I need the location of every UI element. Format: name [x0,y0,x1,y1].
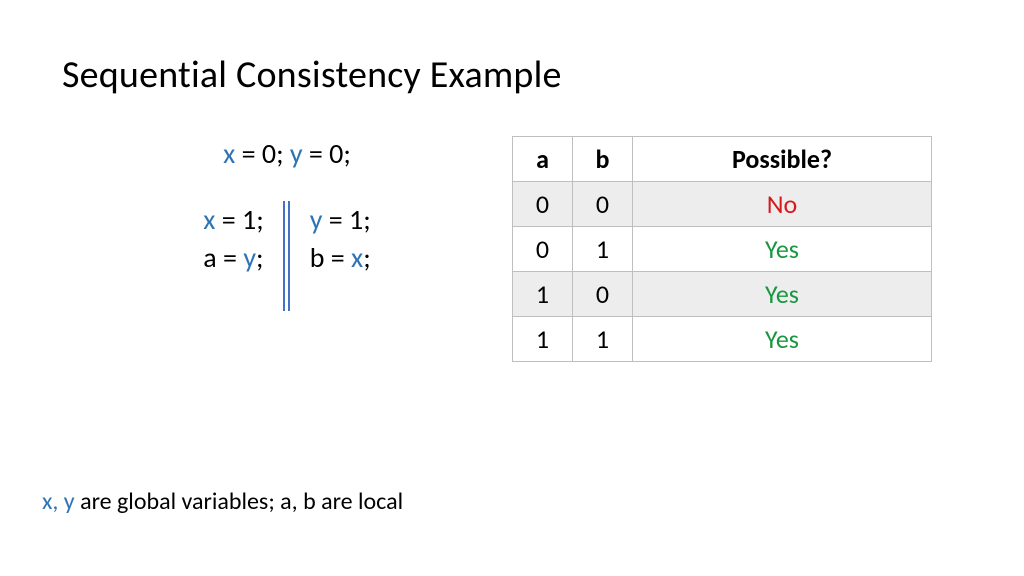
footnote-rest: are global variables; a, b are local [75,487,403,516]
cell-a: 1 [513,317,573,362]
slide-content: x = 0; y = 0; x = 1; a = y; y = 1; b = x… [62,136,962,362]
table-row: 11Yes [513,317,932,362]
thread-2-line-2: b = x; [310,239,371,277]
divider-line [288,201,290,311]
cell-a: 0 [513,182,573,227]
cell-b: 0 [573,272,633,317]
table-header-row: a b Possible? [513,137,932,182]
table-panel: a b Possible? 00No01Yes10Yes11Yes [512,136,962,362]
cell-possible: Yes [633,272,932,317]
cell-b: 1 [573,317,633,362]
cell-a: 1 [513,272,573,317]
t2-b-eq: b = [310,240,351,275]
thread-1: x = 1; a = y; [203,201,281,277]
footnote-vars: x, y [42,487,75,516]
init-x-eq: = 0; [235,136,290,171]
t1-y: y [243,240,256,275]
t2-semi: ; [363,240,371,275]
t1-a-eq: a = [203,240,243,275]
results-table: a b Possible? 00No01Yes10Yes11Yes [512,136,932,362]
cell-a: 0 [513,227,573,272]
thread-1-line-1: x = 1; [203,201,263,239]
cell-possible: No [633,182,932,227]
slide: Sequential Consistency Example x = 0; y … [0,0,1024,576]
header-possible: Possible? [633,137,932,182]
table-row: 01Yes [513,227,932,272]
thread-1-line-2: a = y; [203,239,263,277]
header-b: b [573,137,633,182]
divider-line [283,201,285,311]
table-body: 00No01Yes10Yes11Yes [513,182,932,362]
t2-x: x [351,240,363,275]
cell-b: 1 [573,227,633,272]
cell-possible: Yes [633,227,932,272]
init-line: x = 0; y = 0; [62,136,512,171]
footnote: x, y are global variables; a, b are loca… [42,487,403,516]
t1-x: x [203,202,215,237]
cell-possible: Yes [633,317,932,362]
table-row: 10Yes [513,272,932,317]
init-y-eq: = 0; [303,136,351,171]
var-y: y [290,136,303,171]
code-panel: x = 0; y = 0; x = 1; a = y; y = 1; b = x… [62,136,512,362]
t1-semi: ; [256,240,264,275]
header-a: a [513,137,573,182]
var-x: x [223,136,235,171]
parallel-divider-icon [282,201,292,311]
t1-x-eq: = 1; [215,202,263,237]
thread-columns: x = 1; a = y; y = 1; b = x; [62,201,512,311]
slide-title: Sequential Consistency Example [62,52,962,98]
table-row: 00No [513,182,932,227]
thread-2-line-1: y = 1; [310,201,371,239]
cell-b: 0 [573,182,633,227]
thread-2: y = 1; b = x; [292,201,371,277]
t2-y-eq: = 1; [322,202,370,237]
t2-y: y [310,202,323,237]
